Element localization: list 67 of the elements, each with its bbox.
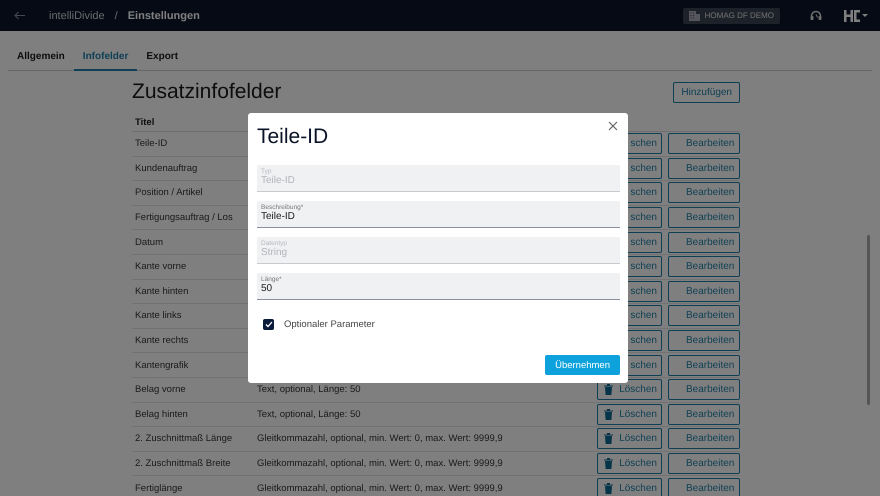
- logo-menu-icon[interactable]: [844, 10, 868, 22]
- close-button[interactable]: [606, 119, 620, 133]
- description-cell-text: Gleitkommazahl, optional, min. Wert: 0, max. Wert: 9999,9: [256, 482, 504, 494]
- description-cell-text: Gleitkommazahl, optional, min. Wert: 0, max. Wert: 9999,9: [256, 433, 504, 444]
- description-cell-text: Text, optional, Länge: 50: [256, 408, 362, 420]
- field-value: Teile-ID: [261, 175, 295, 186]
- tab[interactable]: Infofelder: [74, 47, 138, 71]
- edit-button[interactable]: Bearbeiten: [668, 428, 740, 450]
- trash-icon: [604, 433, 614, 444]
- description-cell-text: Text, optional, Länge: 50: [256, 384, 362, 396]
- title-cell-text: Kante rechts: [134, 335, 190, 346]
- delete-button[interactable]: Löschen: [597, 428, 662, 450]
- edit-button[interactable]: Bearbeiten: [668, 453, 740, 474]
- edit-button[interactable]: Bearbeiten: [668, 256, 740, 278]
- edit-button[interactable]: Bearbeiten: [668, 354, 740, 376]
- edit-button[interactable]: Bearbeiten: [668, 404, 740, 425]
- delete-button[interactable]: Löschen: [597, 453, 662, 474]
- edit-button[interactable]: Bearbeiten: [668, 379, 740, 400]
- title-cell-text: Datum: [134, 236, 164, 248]
- delete-button[interactable]: Löschen: [597, 404, 662, 425]
- title-cell-text: Position / Artikel: [134, 187, 204, 198]
- edit-button[interactable]: Bearbeiten: [668, 133, 740, 154]
- delete-button[interactable]: Löschen: [597, 478, 662, 496]
- edit-button[interactable]: Bearbeiten: [668, 305, 740, 326]
- tab[interactable]: Allgemein: [8, 47, 74, 71]
- title-cell-text: Teile-ID: [134, 138, 168, 150]
- title-cell-text: Kundenauftrag: [134, 162, 198, 174]
- title-cell-text: Kante links: [134, 310, 182, 322]
- title-cell-text: Kantengrafik: [134, 360, 190, 371]
- edit-button[interactable]: Bearbeiten: [668, 207, 740, 228]
- title-cell-text: 2. Zuschnittmaß Breite: [134, 458, 232, 470]
- title-cell-text: Kante vorne: [134, 261, 188, 272]
- title-cell-text: 2. Zuschnittmaß Länge: [134, 433, 234, 444]
- tenant-badge[interactable]: HOMAG DF DEMO: [682, 8, 780, 24]
- title-cell-text: Belag hinten: [134, 408, 189, 420]
- field-value: 50: [261, 283, 272, 294]
- edit-button[interactable]: Bearbeiten: [668, 232, 740, 253]
- apply-button[interactable]: Übernehmen: [545, 355, 620, 375]
- headset-icon[interactable]: [810, 10, 822, 21]
- trash-icon: [604, 384, 614, 396]
- building-icon: [688, 10, 700, 20]
- scrollbar[interactable]: [867, 235, 870, 405]
- title-cell-text: Belag vorne: [134, 384, 187, 396]
- trash-icon: [604, 408, 614, 420]
- edit-button[interactable]: Bearbeiten: [668, 478, 740, 496]
- close-icon: [608, 121, 618, 131]
- trash-icon: [604, 458, 614, 470]
- trash-icon: [604, 482, 614, 494]
- tab[interactable]: Export: [137, 47, 188, 71]
- breadcrumb-separator: /: [114, 10, 118, 22]
- app-name[interactable]: intelliDivide: [49, 10, 105, 22]
- edit-button[interactable]: Bearbeiten: [668, 330, 740, 352]
- add-button[interactable]: Hinzufügen: [673, 82, 740, 102]
- delete-button[interactable]: Löschen: [597, 379, 662, 400]
- edit-button[interactable]: Bearbeiten: [668, 182, 740, 204]
- field-value: Teile-ID: [261, 211, 295, 222]
- title-cell-text: Fertigungsauftrag / Los: [134, 212, 234, 224]
- checkbox[interactable]: [263, 319, 274, 330]
- title-cell-text: Kante hinten: [134, 286, 190, 297]
- description-cell-text: Gleitkommazahl, optional, min. Wert: 0, max. Wert: 9999,9: [256, 458, 504, 470]
- title-cell-text: Fertiglänge: [134, 482, 184, 494]
- section-title: Zusatzinfofelder: [132, 80, 282, 104]
- checkbox-label: Optionaler Parameter: [284, 319, 375, 330]
- edit-button[interactable]: Bearbeiten: [668, 158, 740, 179]
- tenant-name: HOMAG DF DEMO: [704, 11, 774, 20]
- page-title: Einstellungen: [128, 10, 200, 22]
- edit-button[interactable]: Bearbeiten: [668, 280, 740, 302]
